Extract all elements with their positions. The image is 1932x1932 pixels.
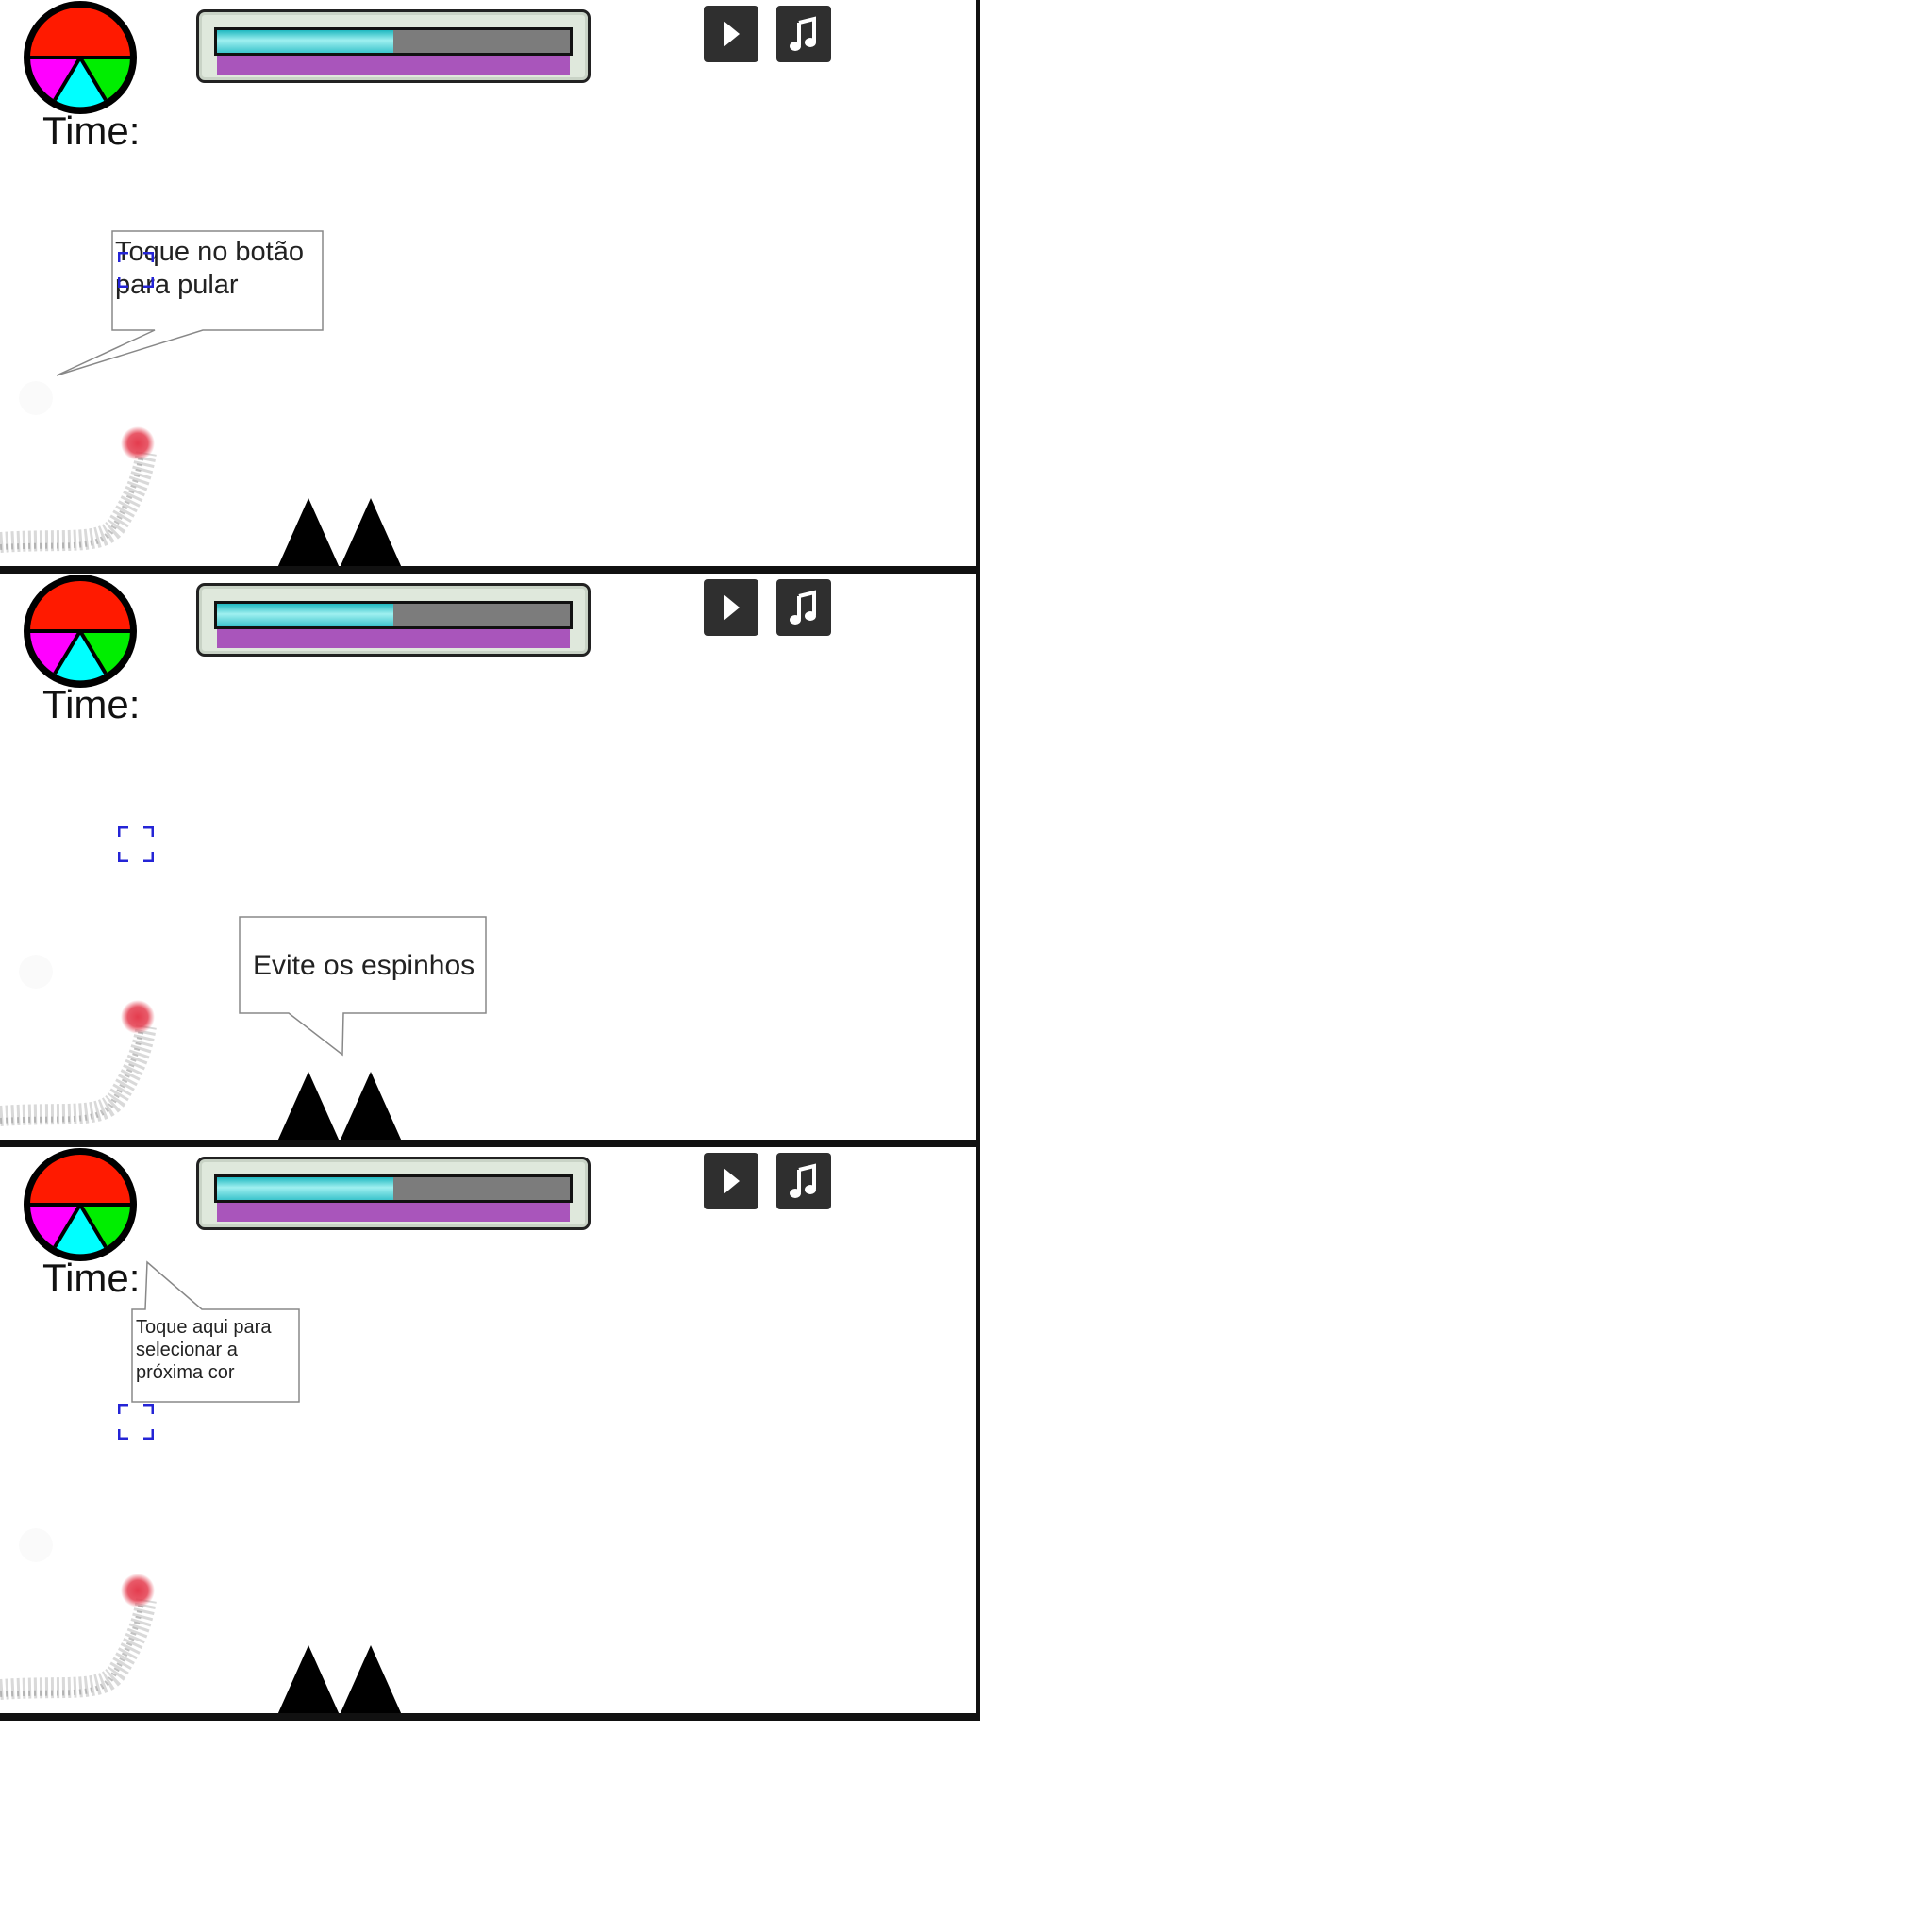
time-label: Time: bbox=[42, 1256, 141, 1300]
player-trail bbox=[0, 1000, 157, 1126]
game-panel-2: Time: Evite os espinhos bbox=[0, 574, 980, 1147]
secondary-meter-bar bbox=[217, 56, 570, 75]
ghost-ball bbox=[19, 381, 53, 415]
game-panel-1: Time: Toque no botão para pular bbox=[0, 0, 980, 574]
player-ball bbox=[121, 1574, 155, 1607]
play-button[interactable] bbox=[704, 579, 758, 636]
focus-marker-icon bbox=[118, 1404, 154, 1440]
energy-meter bbox=[196, 583, 591, 657]
time-label: Time: bbox=[42, 682, 141, 726]
color-wheel-icon[interactable] bbox=[21, 574, 140, 691]
energy-meter bbox=[196, 9, 591, 83]
player-ball bbox=[121, 426, 155, 460]
player-trail bbox=[0, 1574, 157, 1700]
game-panel-3: Time: Toque aqui para selecionar a próxi… bbox=[0, 1147, 980, 1721]
tip-line: Toque aqui para bbox=[136, 1317, 272, 1338]
play-icon bbox=[724, 1168, 740, 1194]
spikes bbox=[277, 498, 402, 568]
ghost-ball bbox=[19, 1528, 53, 1562]
ground-line bbox=[0, 1713, 976, 1721]
tip-line: selecionar a bbox=[136, 1340, 238, 1360]
energy-track bbox=[214, 1174, 573, 1203]
music-button[interactable] bbox=[776, 579, 831, 636]
secondary-meter-bar bbox=[217, 1203, 570, 1222]
energy-track bbox=[214, 601, 573, 629]
energy-track bbox=[214, 27, 573, 56]
energy-fill bbox=[217, 30, 393, 53]
music-button[interactable] bbox=[776, 6, 831, 62]
focus-marker-icon bbox=[118, 826, 154, 862]
music-note-icon bbox=[790, 1163, 816, 1198]
ground-line bbox=[0, 1140, 976, 1147]
music-note-icon bbox=[790, 16, 816, 51]
tip-text: Toque aqui para selecionar a próxima cor bbox=[136, 1316, 271, 1384]
ghost-ball bbox=[19, 955, 53, 989]
play-button[interactable] bbox=[704, 6, 758, 62]
time-label: Time: bbox=[42, 108, 141, 153]
spikes bbox=[277, 1072, 402, 1141]
energy-fill bbox=[217, 604, 393, 626]
tip-line: Evite os espinhos bbox=[253, 950, 475, 981]
color-wheel-icon[interactable] bbox=[21, 1147, 140, 1264]
energy-meter bbox=[196, 1157, 591, 1230]
player-ball bbox=[121, 1000, 155, 1034]
tip-bubble bbox=[239, 916, 487, 1057]
music-button[interactable] bbox=[776, 1153, 831, 1209]
play-button[interactable] bbox=[704, 1153, 758, 1209]
tip-line: próxima cor bbox=[136, 1362, 235, 1383]
color-wheel-icon[interactable] bbox=[21, 0, 140, 117]
music-note-icon bbox=[790, 590, 816, 625]
ground-line bbox=[0, 566, 976, 574]
play-icon bbox=[724, 21, 740, 47]
spikes bbox=[277, 1645, 402, 1715]
tip-text: Evite os espinhos bbox=[253, 949, 475, 983]
energy-fill bbox=[217, 1177, 393, 1200]
focus-marker-icon bbox=[118, 252, 154, 288]
play-icon bbox=[724, 594, 740, 621]
secondary-meter-bar bbox=[217, 629, 570, 648]
player-trail bbox=[0, 426, 157, 553]
